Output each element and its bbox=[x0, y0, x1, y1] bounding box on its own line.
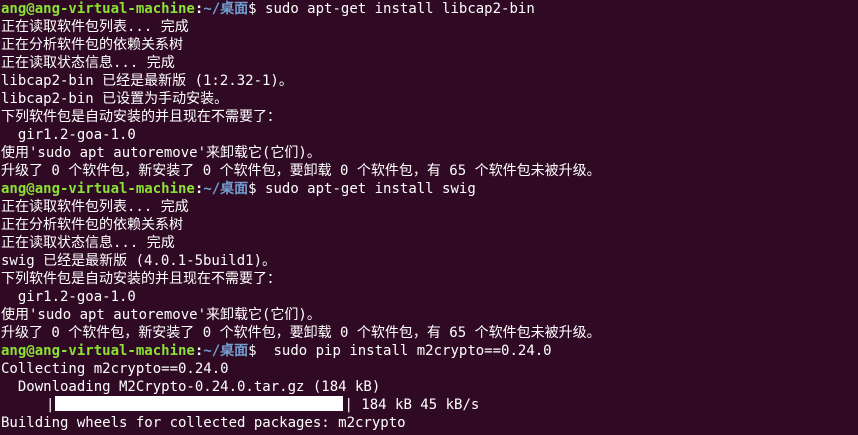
command-text: sudo apt-get install libcap2-bin bbox=[256, 1, 535, 17]
progress-bar-left-edge: | bbox=[46, 397, 55, 413]
output-line: Building wheels for collected packages: … bbox=[1, 415, 406, 431]
prompt-line: ang@ang-virtual-machine:~/桌面$ sudo apt-g… bbox=[1, 180, 858, 198]
prompt-user-host: ang@ang-virtual-machine bbox=[1, 343, 195, 359]
output-line: 正在分析软件包的依赖关系树 bbox=[1, 217, 183, 233]
output-line: 升级了 0 个软件包，新安装了 0 个软件包，要卸载 0 个软件包，有 65 个… bbox=[1, 163, 601, 179]
prompt-line: ang@ang-virtual-machine:~/桌面$ sudo apt-g… bbox=[1, 0, 858, 18]
terminal-window[interactable]: ang@ang-virtual-machine:~/桌面$ sudo apt-g… bbox=[0, 0, 858, 435]
output-line: gir1.2-goa-1.0 bbox=[1, 127, 136, 143]
prompt-dollar: $ bbox=[248, 343, 257, 359]
prompt-path: ~/桌面 bbox=[203, 343, 249, 359]
prompt-user-host: ang@ang-virtual-machine bbox=[1, 1, 195, 17]
output-line: 正在分析软件包的依赖关系树 bbox=[1, 37, 183, 53]
output-line: 正在读取状态信息... 完成 bbox=[1, 235, 175, 251]
output-line: 正在读取软件包列表... 完成 bbox=[1, 19, 189, 35]
output-line: Downloading M2Crypto-0.24.0.tar.gz (184 … bbox=[1, 379, 381, 395]
output-line: 下列软件包是自动安装的并且现在不需要了： bbox=[1, 109, 281, 125]
progress-bar-right-edge: | bbox=[344, 397, 353, 413]
output-line: libcap2-bin 已设置为手动安装。 bbox=[1, 91, 229, 107]
progress-line: | | 184 kB 45 kB/s bbox=[1, 396, 858, 414]
output-line: 升级了 0 个软件包，新安装了 0 个软件包，要卸载 0 个软件包，有 65 个… bbox=[1, 325, 601, 341]
output-line: 使用'sudo apt autoremove'来卸载它(它们)。 bbox=[1, 145, 321, 161]
command-text: sudo pip install m2crypto==0.24.0 bbox=[256, 343, 552, 359]
output-line: libcap2-bin 已经是最新版 (1:2.32-1)。 bbox=[1, 73, 293, 89]
progress-stats: 184 kB 45 kB/s bbox=[352, 397, 480, 413]
output-line: swig 已经是最新版 (4.0.1-5build1)。 bbox=[1, 253, 277, 269]
output-line: 使用'sudo apt autoremove'来卸载它(它们)。 bbox=[1, 307, 321, 323]
progress-bar bbox=[55, 396, 344, 411]
output-line: 正在读取状态信息... 完成 bbox=[1, 55, 175, 71]
progress-bar-fill bbox=[55, 396, 344, 411]
output-line: Collecting m2crypto==0.24.0 bbox=[1, 361, 229, 377]
prompt-user-host: ang@ang-virtual-machine bbox=[1, 181, 195, 197]
prompt-line: ang@ang-virtual-machine:~/桌面$ sudo pip i… bbox=[1, 342, 858, 360]
output-line: 下列软件包是自动安装的并且现在不需要了： bbox=[1, 271, 281, 287]
prompt-path: ~/桌面 bbox=[203, 1, 249, 17]
prompt-dollar: $ bbox=[248, 181, 257, 197]
prompt-path: ~/桌面 bbox=[203, 181, 249, 197]
output-line: gir1.2-goa-1.0 bbox=[1, 289, 136, 305]
output-line: 正在读取软件包列表... 完成 bbox=[1, 199, 189, 215]
command-text: sudo apt-get install swig bbox=[256, 181, 476, 197]
prompt-dollar: $ bbox=[248, 1, 257, 17]
